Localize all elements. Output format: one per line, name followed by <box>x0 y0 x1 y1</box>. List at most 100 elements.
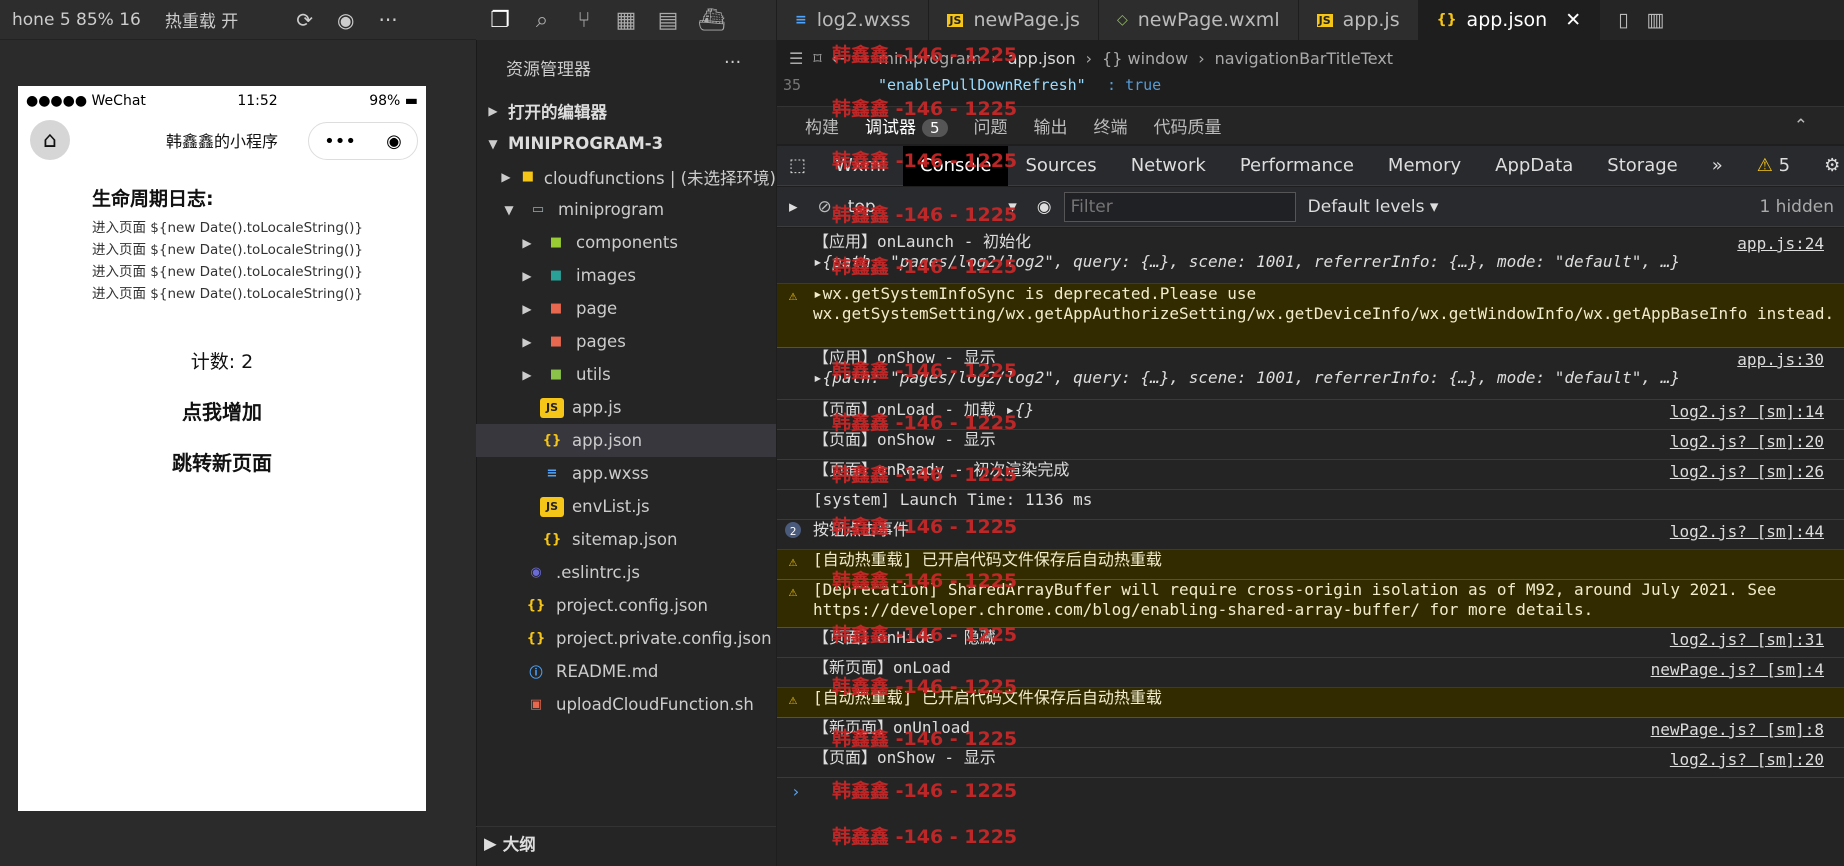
levels-select[interactable]: Default levels ▾ <box>1296 197 1451 217</box>
gear-icon[interactable]: ⚙ <box>1807 146 1844 186</box>
tab-problems[interactable]: 问题 <box>974 113 1008 138</box>
tree-item-readme[interactable]: ⓘ README.md <box>476 655 776 688</box>
simulator-toolbar: hone 5 85% 16 热重载 开 ⟳ ◉ ··· <box>0 0 476 40</box>
source-link[interactable]: log2.js? [sm]:20 <box>1670 432 1824 452</box>
warning-text: [Deprecation] SharedArrayBuffer will req… <box>813 580 1777 619</box>
collapse-panel-icon[interactable]: ⌃ <box>1794 116 1808 136</box>
source-link[interactable]: newPage.js? [sm]:4 <box>1651 660 1824 680</box>
source-link[interactable]: log2.js? [sm]:20 <box>1670 750 1824 770</box>
outline-section[interactable]: ▶ 大纲 <box>476 826 776 859</box>
tree-item-pages[interactable]: ▶ ■ pages <box>476 325 776 358</box>
breadcrumb-item[interactable]: navigationBarTitleText <box>1215 49 1393 68</box>
layout-icon[interactable]: ▥ <box>1647 9 1665 31</box>
increment-button[interactable]: 点我增加 <box>92 396 426 425</box>
more-icon[interactable]: ··· <box>366 8 409 32</box>
tab-debugger[interactable]: 调试器 5 <box>865 113 948 138</box>
breadcrumb-item[interactable]: {} window <box>1102 49 1188 68</box>
tab-memory[interactable]: Memory <box>1371 146 1478 186</box>
source-link[interactable]: log2.js? [sm]:44 <box>1670 522 1824 542</box>
project-section[interactable]: ▼ MINIPROGRAM-3 <box>476 127 776 160</box>
tree-item-project-private-config[interactable]: {} project.private.config.json <box>476 622 776 655</box>
tree-item-miniprogram[interactable]: ▼ ▭ miniprogram <box>476 193 776 226</box>
console-line: 【页面】onReady - 初次渲染完成 log2.js? [sm]:26 <box>777 460 1844 490</box>
tab-code-quality[interactable]: 代码质量 <box>1154 113 1222 138</box>
tab-wxml[interactable]: Wxml <box>818 146 903 186</box>
tab-newpage-wxml[interactable]: ◇ newPage.wxml <box>1098 0 1299 40</box>
warning-icon: ⚠ <box>788 692 798 708</box>
tree-item-utils[interactable]: ▶ ■ utils <box>476 358 776 391</box>
source-link[interactable]: newPage.js? [sm]:8 <box>1651 720 1824 740</box>
tab-log2-wxss[interactable]: ≡ log2.wxss <box>777 0 930 40</box>
tree-item-cloudfunctions[interactable]: ▶ ■ cloudfunctions | (未选择环境) <box>476 160 776 193</box>
device-select[interactable]: hone 5 85% 16 <box>0 10 153 30</box>
tree-item-app-wxss[interactable]: ≡ app.wxss <box>476 457 776 490</box>
tab-appdata[interactable]: AppData <box>1478 146 1590 186</box>
list-icon[interactable]: ☰ <box>789 49 803 68</box>
layout-icon[interactable]: ▤ <box>656 8 680 33</box>
inspect-icon[interactable]: ⬚ <box>777 146 818 186</box>
source-link[interactable]: log2.js? [sm]:31 <box>1670 630 1824 650</box>
chevron-right-icon: ▶ <box>522 367 532 382</box>
tree-item-sitemap-json[interactable]: {} sitemap.json <box>476 523 776 556</box>
filter-input[interactable] <box>1063 191 1296 222</box>
source-link[interactable]: app.js:24 <box>1737 234 1824 254</box>
tree-item-envlist-js[interactable]: JS envList.js <box>476 490 776 523</box>
explorer-more-icon[interactable]: ··· <box>724 52 741 73</box>
extensions-icon[interactable]: ▦ <box>614 8 638 33</box>
more-tabs-icon[interactable]: » <box>1695 146 1740 186</box>
tab-terminal[interactable]: 终端 <box>1094 113 1128 138</box>
navigate-button[interactable]: 跳转新页面 <box>92 447 426 476</box>
breadcrumb-item[interactable]: miniprogram <box>878 49 981 68</box>
stop-icon[interactable]: ◉ <box>325 8 366 32</box>
capsule-close-icon[interactable]: ◉ <box>386 131 402 152</box>
tab-app-json[interactable]: {} app.json ✕ <box>1418 0 1601 40</box>
console-object[interactable]: ▸{path: "pages/log2/log2", query: {…}, s… <box>813 368 1844 388</box>
source-link[interactable]: log2.js? [sm]:26 <box>1670 462 1824 482</box>
tree-item-upload-sh[interactable]: ▣ uploadCloudFunction.sh <box>476 688 776 721</box>
source-link[interactable]: app.js:30 <box>1737 350 1824 370</box>
tab-performance[interactable]: Performance <box>1223 146 1371 186</box>
search-icon[interactable]: ⌕ <box>530 8 554 33</box>
refresh-icon[interactable]: ⟳ <box>284 8 325 32</box>
sidebar-toggle-icon[interactable]: ▸ <box>777 197 810 217</box>
tree-item-page[interactable]: ▶ ■ page <box>476 292 776 325</box>
source-link[interactable]: log2.js? [sm]:14 <box>1670 402 1824 422</box>
tab-app-js[interactable]: JS app.js <box>1298 0 1419 40</box>
close-icon[interactable]: ✕ <box>1565 9 1581 31</box>
forward-icon[interactable]: → <box>855 49 868 68</box>
log-title: 生命周期日志: <box>92 188 214 210</box>
tab-newpage-js[interactable]: JS newPage.js <box>929 0 1099 40</box>
context-select[interactable]: top ▾ <box>840 197 1025 217</box>
tab-network[interactable]: Network <box>1114 146 1223 186</box>
docker-icon[interactable]: ⛴ <box>698 8 726 33</box>
console-prompt[interactable]: › <box>777 782 1844 812</box>
tree-item-project-config[interactable]: {} project.config.json <box>476 589 776 622</box>
tree-item-app-js[interactable]: JS app.js <box>476 391 776 424</box>
tree-item-app-json[interactable]: {} app.json <box>476 424 776 457</box>
tab-sources[interactable]: Sources <box>1008 146 1113 186</box>
split-editor-icon[interactable]: ▯ <box>1618 9 1628 31</box>
clear-console-icon[interactable]: ⊘ <box>810 197 840 217</box>
tree-item-images[interactable]: ▶ ■ images <box>476 259 776 292</box>
source-control-icon[interactable]: ⑂ <box>572 8 596 33</box>
bookmark-icon[interactable]: ⌑ <box>813 49 821 68</box>
files-icon[interactable]: ❐ <box>488 8 512 33</box>
chevron-down-icon: ▾ <box>1008 196 1017 217</box>
tree-item-eslintrc[interactable]: ◉ .eslintrc.js <box>476 556 776 589</box>
tab-label: log2.wxss <box>816 9 911 31</box>
breadcrumb-item[interactable]: app.json <box>1008 49 1076 68</box>
console-toolbar: ▸ ⊘ top ▾ ◉ Default levels ▾ 1 hidden <box>777 187 1844 227</box>
tab-output[interactable]: 输出 <box>1034 113 1068 138</box>
eye-icon[interactable]: ◉ <box>1025 197 1064 217</box>
console-object[interactable]: ▸{path: "pages/log2/log2", query: {…}, s… <box>813 252 1844 272</box>
open-editors-section[interactable]: ▶ 打开的编辑器 <box>476 94 776 127</box>
tab-build[interactable]: 构建 <box>805 113 839 138</box>
tree-item-components[interactable]: ▶ ■ components <box>476 226 776 259</box>
capsule-more-icon[interactable]: ••• <box>324 131 356 152</box>
hot-reload-toggle[interactable]: 热重载 开 <box>153 7 250 32</box>
tab-storage[interactable]: Storage <box>1590 146 1694 186</box>
tab-console[interactable]: Console <box>903 145 1009 186</box>
console-object[interactable]: ▸{} <box>1005 400 1034 419</box>
back-icon[interactable]: ← <box>832 49 845 68</box>
warning-count[interactable]: ⚠ 5 <box>1740 146 1807 186</box>
